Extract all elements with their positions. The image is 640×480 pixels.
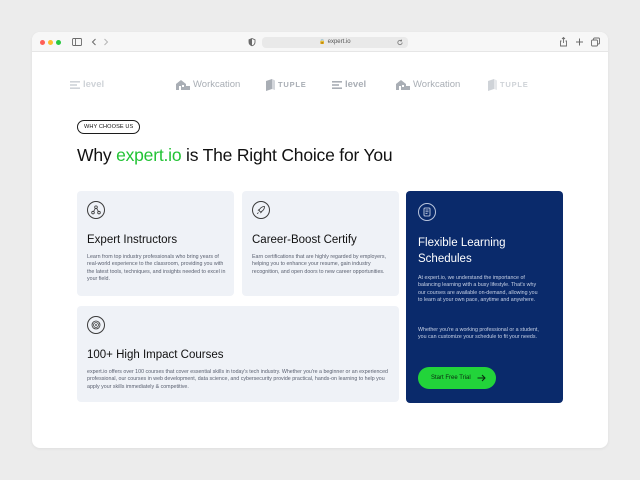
card-title: Career-Boost Certify bbox=[252, 234, 357, 246]
forward-icon[interactable] bbox=[102, 36, 110, 48]
tuple-logo-icon bbox=[488, 79, 497, 91]
level-logo-icon bbox=[332, 81, 342, 89]
brand-accent: expert.io bbox=[116, 145, 182, 165]
card-description: Earn certifications that are highly rega… bbox=[252, 254, 386, 275]
card-description: Learn from top industry professionals wh… bbox=[87, 254, 226, 282]
rocket-icon bbox=[252, 201, 270, 219]
card-description: expert.io offers over 100 courses that c… bbox=[87, 369, 388, 390]
url-text: expert.io bbox=[327, 39, 351, 45]
address-bar[interactable]: 🔒 expert.io bbox=[262, 37, 408, 48]
section-headline: Why expert.io is The Right Choice for Yo… bbox=[77, 145, 393, 165]
logo-tuple: TUPLE bbox=[266, 78, 307, 92]
card-flexible-learning: Flexible Learning Schedules At expert.io… bbox=[406, 191, 563, 403]
back-icon[interactable] bbox=[90, 36, 98, 48]
card-title: 100+ High Impact Courses bbox=[87, 349, 224, 361]
close-window-button[interactable] bbox=[40, 39, 45, 45]
tuple-logo-icon bbox=[266, 79, 275, 91]
browser-toolbar: 🔒 expert.io bbox=[32, 32, 608, 52]
section-badge: WHY CHOOSE US bbox=[77, 120, 141, 134]
target-icon bbox=[87, 316, 105, 334]
reload-icon[interactable] bbox=[396, 37, 404, 48]
logo-tuple: TUPLE bbox=[488, 78, 529, 92]
card-description: At expert.io, we understand the importan… bbox=[418, 275, 538, 303]
zoom-window-button[interactable] bbox=[56, 39, 61, 45]
workcation-logo-icon bbox=[176, 80, 190, 90]
card-title: Expert Instructors bbox=[87, 234, 178, 246]
new-tab-icon[interactable] bbox=[575, 36, 584, 48]
document-icon bbox=[418, 203, 436, 221]
browser-window: 🔒 expert.io level Workcation TUPLE level… bbox=[32, 32, 608, 448]
card-description-2: Whether you're a working professional or… bbox=[418, 327, 539, 341]
network-icon bbox=[87, 201, 105, 219]
logo-level: level bbox=[70, 78, 104, 92]
minimize-window-button[interactable] bbox=[48, 39, 53, 45]
logo-workcation: Workcation bbox=[176, 78, 240, 92]
level-logo-icon bbox=[70, 81, 80, 89]
tabs-icon[interactable] bbox=[591, 36, 600, 48]
workcation-logo-icon bbox=[396, 80, 410, 90]
start-free-trial-button[interactable]: Start Free Trial bbox=[418, 367, 496, 389]
shield-icon[interactable] bbox=[248, 36, 256, 48]
card-expert-instructors: Expert Instructors Learn from top indust… bbox=[77, 191, 234, 296]
logo-workcation: Workcation bbox=[396, 78, 460, 92]
sidebar-icon[interactable] bbox=[72, 36, 82, 48]
arrow-right-icon bbox=[477, 374, 486, 382]
logo-level: level bbox=[332, 78, 366, 92]
card-title: Flexible Learning Schedules bbox=[418, 237, 506, 265]
partner-logos-strip: level Workcation TUPLE level Workcation … bbox=[32, 72, 608, 96]
lock-icon: 🔒 bbox=[319, 39, 326, 45]
card-high-impact-courses: 100+ High Impact Courses expert.io offer… bbox=[77, 306, 399, 402]
card-career-boost-certify: Career-Boost Certify Earn certifications… bbox=[242, 191, 399, 296]
share-icon[interactable] bbox=[559, 36, 568, 48]
